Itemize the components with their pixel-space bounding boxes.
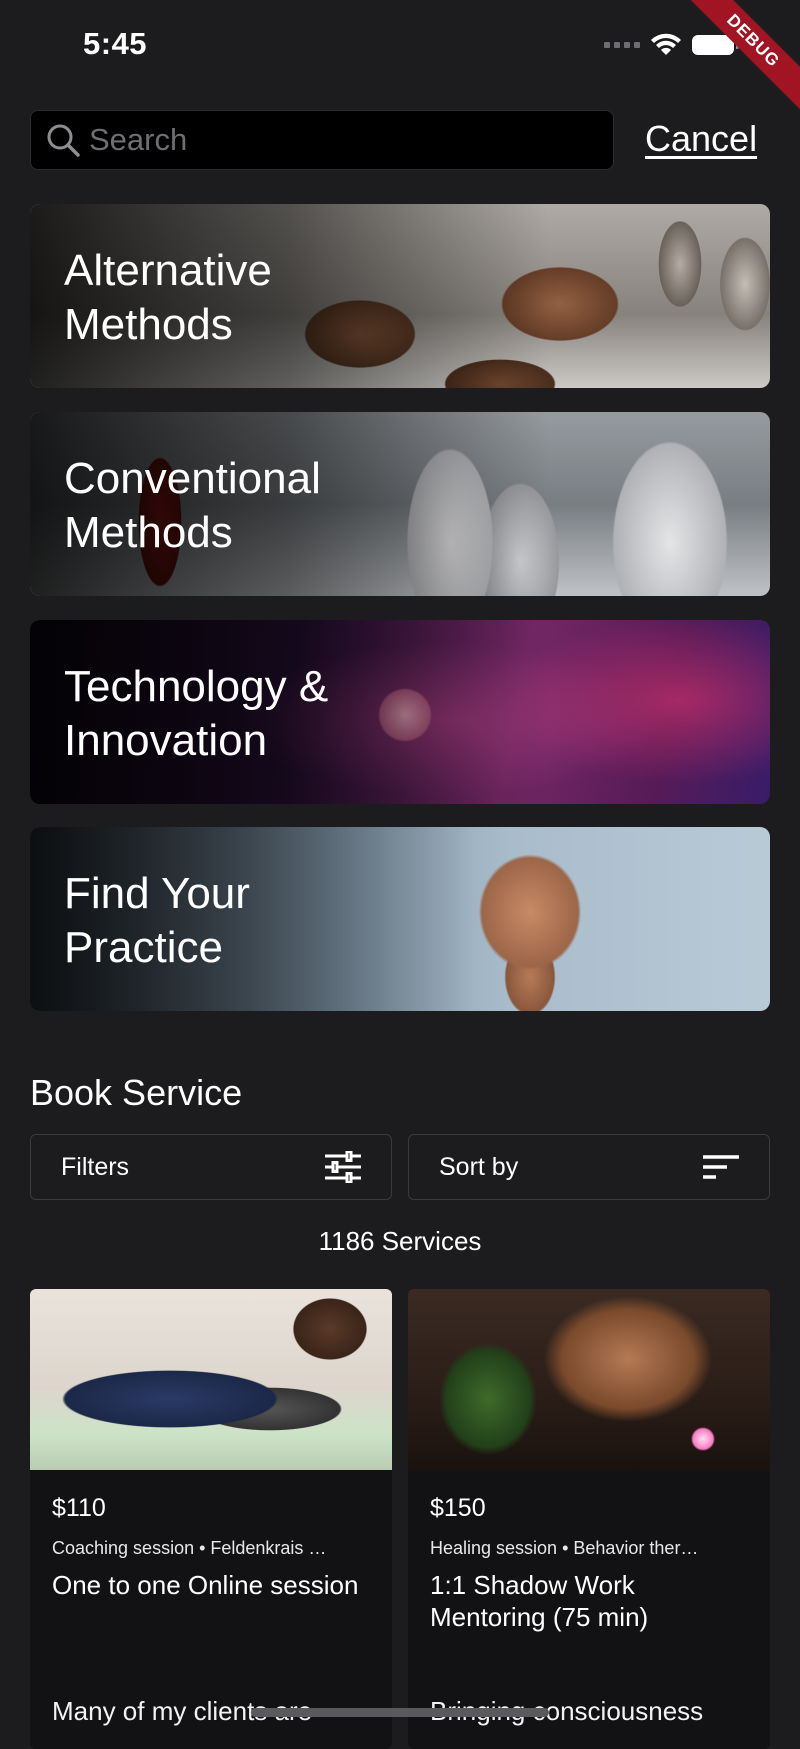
category-title: Alternative Methods [64,246,272,349]
filters-button[interactable]: Filters [30,1134,392,1200]
service-price: $110 [52,1494,106,1522]
battery-icon [692,35,739,55]
service-image [30,1289,392,1470]
book-service-heading: Book Service [30,1072,243,1113]
filters-label: Filters [61,1152,130,1181]
home-indicator[interactable] [251,1708,549,1717]
category-title: Find Your Practice [64,869,250,972]
wifi-icon [651,33,681,55]
search-icon [47,124,80,157]
status-icons [604,32,739,58]
service-title: 1:1 Shadow Work Mentoring (75 min) [430,1570,649,1632]
service-card[interactable]: $110 Coaching session • Feldenkrais … On… [30,1289,392,1749]
search-input[interactable] [89,122,613,158]
sort-label: Sort by [439,1152,519,1181]
status-bar: 5:45 DEBUG [0,0,800,112]
sort-button[interactable]: Sort by [408,1134,770,1200]
search-bar[interactable] [30,110,614,170]
sort-icon [703,1155,739,1179]
cellular-signal-icon [604,42,640,48]
category-card-technology-innovation[interactable]: Technology & Innovation [30,620,770,804]
services-count: 1186 Services [318,1226,482,1256]
cancel-button[interactable]: Cancel [645,118,757,160]
service-title: One to one Online session [52,1570,359,1600]
category-card-find-your-practice[interactable]: Find Your Practice [30,827,770,1011]
category-card-alternative-methods[interactable]: Alternative Methods [30,204,770,388]
service-card[interactable]: $150 Healing session • Behavior ther… 1:… [408,1289,770,1749]
category-card-conventional-methods[interactable]: Conventional Methods [30,412,770,596]
service-price: $150 [430,1494,486,1522]
sliders-icon [325,1151,361,1183]
service-tags: Healing session • Behavior ther… [430,1538,699,1558]
category-title: Technology & Innovation [64,662,329,765]
category-title: Conventional Methods [64,454,321,557]
service-tags: Coaching session • Feldenkrais … [52,1538,327,1558]
status-time: 5:45 [83,26,148,61]
service-image [408,1289,770,1470]
